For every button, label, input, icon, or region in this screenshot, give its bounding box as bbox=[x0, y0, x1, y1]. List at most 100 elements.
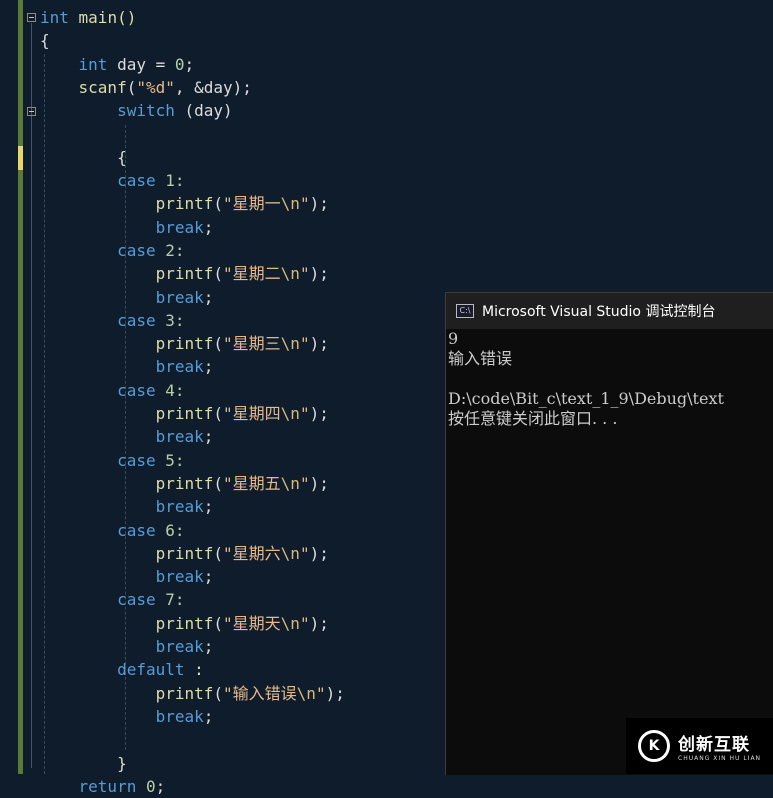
code-token: " bbox=[299, 404, 310, 424]
code-token: " bbox=[299, 543, 310, 563]
fold-toggle-icon[interactable] bbox=[27, 13, 36, 22]
code-token: 7: bbox=[155, 590, 185, 610]
code-token: ); bbox=[309, 543, 329, 563]
code-token: ; bbox=[203, 497, 214, 517]
code-line[interactable]: { bbox=[40, 146, 773, 169]
code-line[interactable]: case 1: bbox=[40, 169, 773, 192]
code-token: \n bbox=[280, 264, 300, 284]
code-token: return bbox=[40, 776, 137, 796]
code-token: case bbox=[40, 590, 156, 610]
code-token: (day) bbox=[174, 101, 233, 121]
code-token: " bbox=[315, 683, 326, 703]
code-token: int bbox=[40, 8, 69, 27]
change-indicator-bar bbox=[18, 0, 23, 774]
code-token: ( bbox=[126, 77, 137, 97]
code-line[interactable] bbox=[40, 122, 773, 145]
code-token: int bbox=[40, 54, 108, 74]
code-token: break bbox=[40, 287, 204, 307]
console-title: Microsoft Visual Studio 调试控制台 bbox=[482, 304, 716, 320]
code-token: "星期一 bbox=[223, 194, 281, 214]
code-line[interactable]: int main() bbox=[40, 6, 773, 29]
code-token: 3: bbox=[155, 310, 185, 330]
code-token: 5: bbox=[155, 450, 185, 470]
code-token: ); bbox=[309, 613, 329, 633]
unsaved-change-indicator bbox=[18, 146, 23, 170]
code-line[interactable]: switch (day) bbox=[40, 99, 773, 122]
code-token: ; bbox=[203, 427, 214, 447]
code-line[interactable]: { bbox=[40, 29, 773, 52]
console-line: 输入错误 bbox=[448, 349, 513, 368]
code-line[interactable]: return 0; bbox=[40, 775, 773, 798]
code-token: break bbox=[40, 706, 204, 726]
code-token: break bbox=[40, 427, 204, 447]
code-token: 2: bbox=[155, 240, 185, 260]
code-token: break bbox=[40, 637, 204, 657]
watermark: K 创新互联 CHUANG XIN HU LIAN bbox=[626, 718, 773, 774]
code-token: ( bbox=[213, 613, 224, 633]
code-token: ; bbox=[203, 637, 214, 657]
code-line[interactable]: printf("星期二\n"); bbox=[40, 262, 773, 285]
code-token: "星期二 bbox=[223, 264, 281, 284]
code-token: "星期五 bbox=[223, 473, 281, 493]
code-token: 4: bbox=[155, 380, 185, 400]
code-token: switch bbox=[40, 101, 175, 121]
code-token: printf bbox=[40, 194, 214, 214]
code-token: \n bbox=[280, 194, 300, 214]
code-token: break bbox=[40, 217, 204, 237]
fold-toggle-icon[interactable] bbox=[27, 107, 36, 116]
code-token: 0 bbox=[136, 776, 156, 796]
code-token: ); bbox=[309, 194, 329, 214]
code-token: 6: bbox=[155, 520, 185, 540]
code-token: "星期六 bbox=[223, 543, 281, 563]
code-token: ; bbox=[203, 706, 214, 726]
code-token: break bbox=[40, 357, 204, 377]
code-token: ); bbox=[309, 334, 329, 354]
code-token: printf bbox=[40, 404, 214, 424]
watermark-name-en: CHUANG XIN HU LIAN bbox=[678, 755, 762, 762]
code-token: ); bbox=[309, 404, 329, 424]
code-token: ( bbox=[213, 404, 224, 424]
code-token: day = bbox=[107, 54, 175, 74]
console-output: 9 输入错误 D:\code\Bit_c\text_1_9\Debug\text 按任… bbox=[446, 329, 773, 429]
code-line[interactable]: printf("星期一\n"); bbox=[40, 192, 773, 215]
code-token: 0 bbox=[174, 54, 185, 74]
code-line[interactable]: scanf("%d", &day); bbox=[40, 76, 773, 99]
code-token: ; bbox=[203, 217, 214, 237]
code-token: 1: bbox=[155, 171, 185, 191]
code-token: \n bbox=[280, 404, 300, 424]
code-token: ; bbox=[203, 357, 214, 377]
code-token: ; bbox=[184, 54, 195, 74]
fold-line bbox=[31, 23, 32, 768]
console-line: 按任意键关闭此窗口. . . bbox=[448, 409, 618, 428]
code-token: case bbox=[40, 450, 156, 470]
code-token: case bbox=[40, 520, 156, 540]
code-token: case bbox=[40, 240, 156, 260]
console-line: D:\code\Bit_c\text_1_9\Debug\text bbox=[448, 389, 724, 408]
code-token: \n bbox=[280, 473, 300, 493]
code-token: "%d" bbox=[136, 77, 175, 97]
code-token: break bbox=[40, 567, 204, 587]
code-token: "星期四 bbox=[223, 404, 281, 424]
code-token: printf bbox=[40, 264, 214, 284]
code-line[interactable]: case 2: bbox=[40, 239, 773, 262]
code-token: \n bbox=[296, 683, 316, 703]
code-token: ); bbox=[309, 264, 329, 284]
code-token: ( bbox=[213, 264, 224, 284]
code-token: ); bbox=[325, 683, 345, 703]
console-line: 9 bbox=[448, 329, 459, 348]
console-title-bar[interactable]: C:\ Microsoft Visual Studio 调试控制台 bbox=[446, 293, 773, 329]
code-token: \n bbox=[280, 543, 300, 563]
code-token: ( bbox=[213, 194, 224, 214]
code-token: " bbox=[299, 334, 310, 354]
code-line[interactable]: int day = 0; bbox=[40, 53, 773, 76]
code-line[interactable]: break; bbox=[40, 216, 773, 239]
code-token: default bbox=[40, 660, 185, 680]
debug-console-window[interactable]: C:\ Microsoft Visual Studio 调试控制台 9 输入错误 D… bbox=[445, 292, 773, 775]
watermark-name-cn: 创新互联 bbox=[678, 735, 750, 755]
code-token: ( bbox=[213, 334, 224, 354]
code-token: { bbox=[40, 147, 127, 167]
code-token: : bbox=[184, 660, 204, 680]
console-app-icon: C:\ bbox=[456, 304, 474, 318]
code-token: ( bbox=[213, 543, 224, 563]
code-token: \n bbox=[280, 613, 300, 633]
